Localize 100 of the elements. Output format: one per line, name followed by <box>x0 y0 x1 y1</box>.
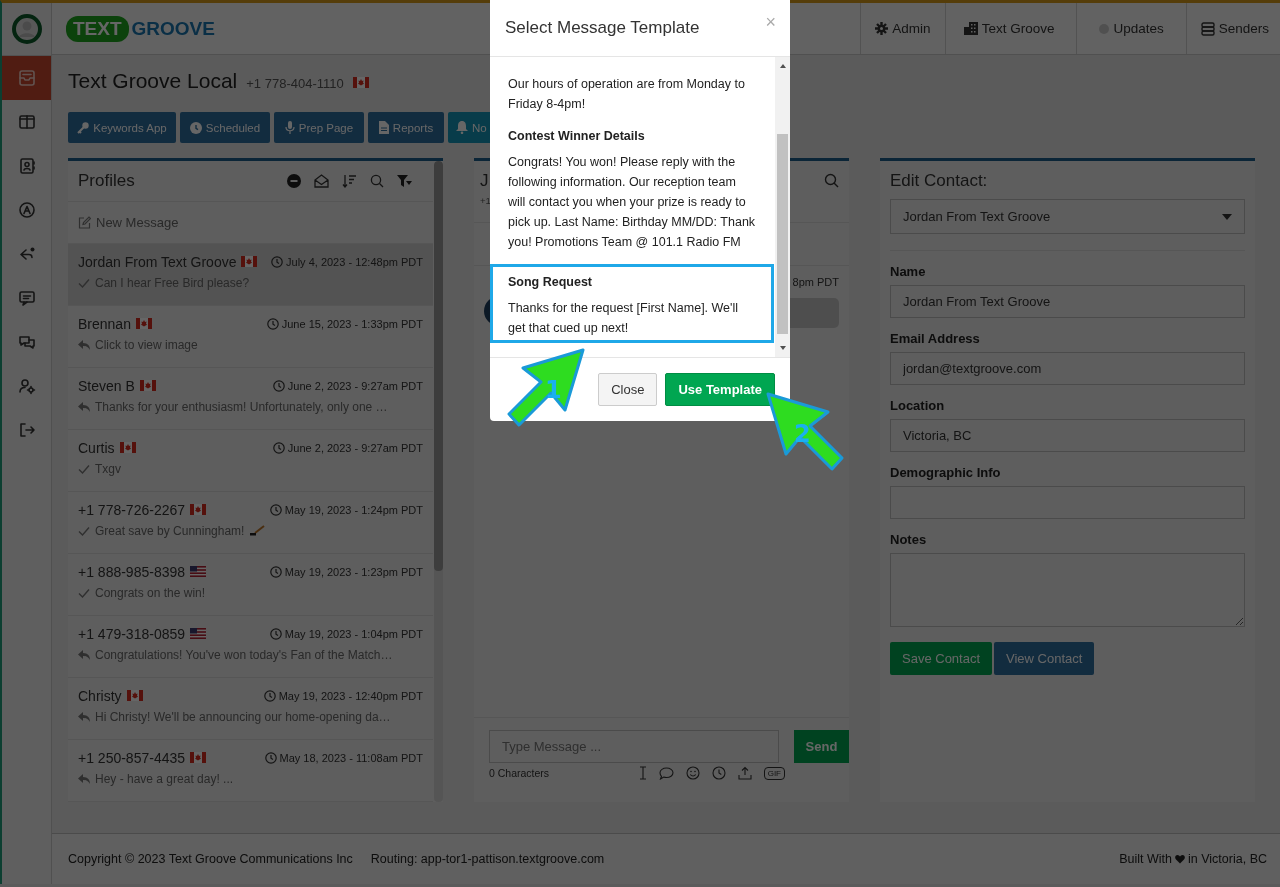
minus-circle-icon <box>287 174 301 188</box>
page-title: Text Groove Local <box>68 69 238 93</box>
template-title: Song Request <box>508 275 594 289</box>
contact-name: +1 888-985-8398 <box>78 563 186 580</box>
settings-icon <box>875 22 889 35</box>
inbox-icon <box>16 68 37 88</box>
sort-icon <box>342 174 357 188</box>
caret-icon <box>1222 213 1232 220</box>
toolbar-button[interactable]: Reports <box>368 112 444 143</box>
nav-link[interactable]: Admin <box>860 3 945 54</box>
timestamp: June 2, 2023 - 9:27am PDT <box>287 379 423 392</box>
contact-name: +1 778-726-2267 <box>78 501 186 518</box>
toolbar-button[interactable]: No <box>448 112 492 143</box>
logo-text: GROOVE <box>131 17 215 40</box>
clock-icon <box>263 689 276 702</box>
clock-icon <box>711 766 726 780</box>
contact-name: Brennan <box>78 315 131 332</box>
nav-link[interactable]: Senders <box>1185 3 1280 54</box>
clock-icon <box>272 441 285 454</box>
clock-icon <box>269 503 282 516</box>
chat-icon <box>16 288 37 308</box>
stack-icon <box>1200 21 1215 36</box>
upload-icon <box>737 766 752 780</box>
microphone-icon <box>284 121 295 134</box>
contact-name: Steven B <box>78 377 135 394</box>
copyright-text: Copyright © 2023 Text Groove Communications Inc <box>68 852 353 866</box>
use-template-button[interactable]: Use Template <box>665 373 775 406</box>
send-button[interactable]: Send <box>794 730 849 763</box>
template-title: Contest Winner Details <box>508 129 646 143</box>
field-label: Name <box>890 264 927 279</box>
toolbar-button[interactable]: Prep Page <box>274 112 364 143</box>
save-contact-button[interactable]: Save Contact <box>890 642 993 675</box>
smiley-icon <box>685 766 700 780</box>
close-button[interactable]: × <box>765 12 776 33</box>
nav-link[interactable]: Text Groove <box>944 3 1077 54</box>
clock-icon <box>269 627 282 640</box>
clock-icon <box>266 317 279 330</box>
contact-select[interactable]: Jordan From Text Groove <box>890 199 1245 234</box>
contact-name: +1 250-857-4435 <box>78 749 186 766</box>
field-label: Notes <box>890 532 928 547</box>
timestamp: June 15, 2023 - 1:33pm PDT <box>281 317 423 330</box>
notes-field[interactable] <box>890 553 1245 627</box>
panel-title: Profiles <box>78 171 136 191</box>
compass-icon <box>16 200 37 220</box>
toolbar-button[interactable]: Keywords App <box>68 112 176 143</box>
heart-icon <box>1175 854 1186 864</box>
template-item[interactable]: Our hours of operation are from Monday to Friday 8-4pm! <box>490 71 774 124</box>
field-label: Email Address <box>890 331 981 346</box>
edit-icon <box>78 216 91 229</box>
text-field[interactable]: Victoria, BC <box>890 419 1245 452</box>
phone-number: +1 778-404-1110 <box>246 76 344 91</box>
modal-title: Select Message Template <box>505 18 701 38</box>
clock-icon <box>269 565 282 578</box>
timestamp: May 19, 2023 - 1:23pm PDT <box>284 565 423 578</box>
timestamp: May 19, 2023 - 12:40pm PDT <box>278 689 423 702</box>
nav-link[interactable]: Updates <box>1076 3 1186 54</box>
contact-name: Jordan From Text Groove <box>78 253 237 270</box>
character-count: 0 Characters <box>489 767 551 779</box>
clock-icon <box>264 751 277 764</box>
avatar-icon <box>11 14 42 44</box>
view-contact-button[interactable]: View Contact <box>994 642 1095 675</box>
contact-name: +1 479-318-0859 <box>78 625 186 642</box>
toolbar-button[interactable]: Scheduled <box>180 112 270 143</box>
envelope-open-icon <box>314 174 329 188</box>
footer-text: Built With <box>1119 852 1173 866</box>
text-field[interactable]: Jordan From Text Groove <box>890 285 1245 318</box>
contact-name: Christy <box>78 687 122 704</box>
message-time: 8pm PDT <box>792 276 839 288</box>
routing-text: Routing: app-tor1-pattison.textgroove.com <box>370 852 605 866</box>
document-icon <box>378 121 389 134</box>
conversation-phone: +1 <box>480 195 491 206</box>
text-cursor-icon <box>638 766 647 780</box>
conversation-title: J <box>480 171 490 191</box>
timestamp: June 2, 2023 - 9:27am PDT <box>287 441 423 454</box>
comment-icon <box>658 766 674 780</box>
sidebar-item[interactable] <box>2 56 51 100</box>
clock-icon <box>189 121 202 134</box>
close-modal-button[interactable]: Close <box>598 373 658 406</box>
search-icon <box>370 174 384 188</box>
text-field[interactable]: jordan@textgroove.com <box>890 352 1245 385</box>
clock-icon <box>272 379 285 392</box>
field-label: Location <box>890 398 946 413</box>
scrollbar[interactable] <box>434 161 443 802</box>
key-icon <box>77 121 90 134</box>
search-icon <box>824 173 839 188</box>
contact-name: Curtis <box>78 439 115 456</box>
user-settings-icon <box>16 376 37 396</box>
logo-badge: TEXT <box>66 15 129 42</box>
field-label: Demographic Info <box>890 465 1002 480</box>
columns-icon <box>16 112 37 132</box>
timestamp: July 4, 2023 - 12:48pm PDT <box>286 255 423 268</box>
filter-icon <box>397 174 413 188</box>
timestamp: May 19, 2023 - 1:24pm PDT <box>284 503 423 516</box>
timestamp: May 19, 2023 - 1:04pm PDT <box>284 627 423 640</box>
template-text: Our hours of operation are from Monday to Friday 8-4pm! <box>508 76 746 113</box>
template-item[interactable]: Song Request Thanks for the request [First Name]. We'll get that cued up next! <box>490 264 774 343</box>
scrollbar[interactable] <box>775 57 790 357</box>
footer-text: in Victoria, BC <box>1188 852 1267 866</box>
template-text: Thanks for the request [First Name]. We'll get that cued up next! <box>508 300 739 337</box>
timestamp: May 18, 2023 - 11:08am PDT <box>279 751 423 764</box>
